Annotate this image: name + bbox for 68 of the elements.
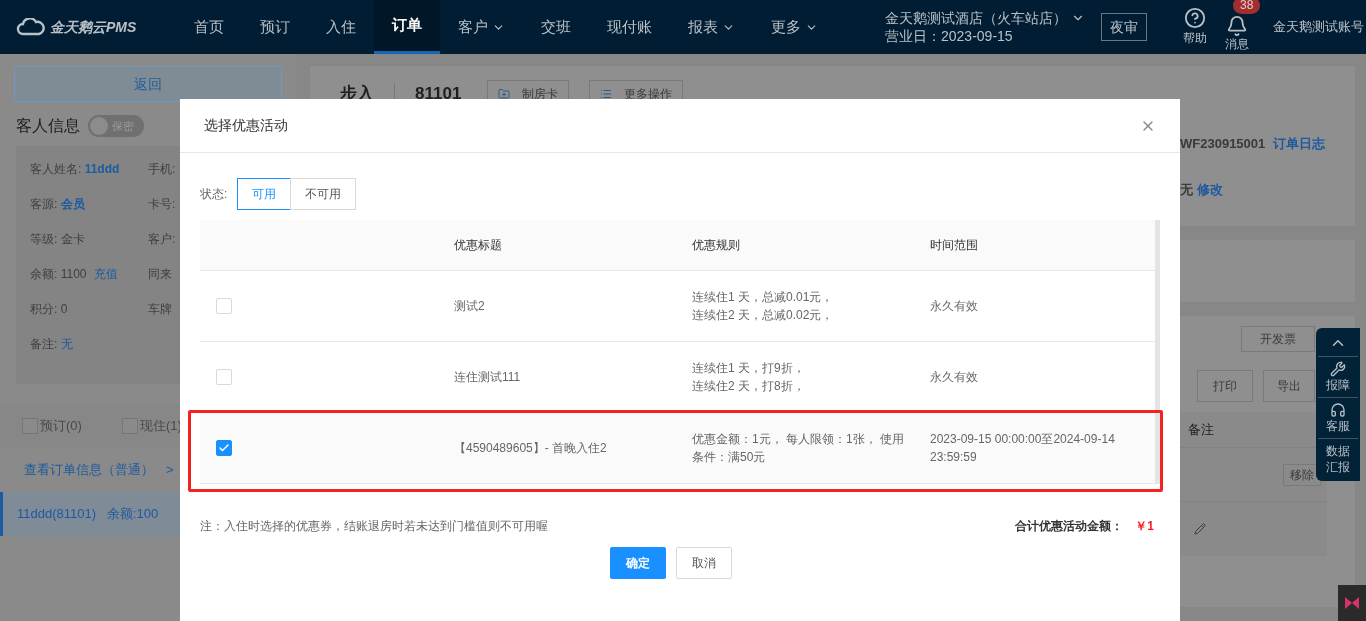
cloud-icon: [16, 18, 46, 36]
column-header: 优惠标题: [454, 237, 503, 254]
field-label: 车牌: [148, 301, 172, 318]
help-icon: [1184, 7, 1206, 29]
table-cell-text: 连续住1 天，总减0.01元， 连续住2 天，总减0.02元，: [692, 289, 835, 324]
nav-tab[interactable]: 更多: [753, 0, 836, 54]
export-button[interactable]: 导出: [1263, 370, 1316, 402]
toolbar-item[interactable]: 报障: [1318, 356, 1358, 397]
column-header: 时间范围: [930, 237, 979, 254]
room-number: 81101: [415, 83, 462, 106]
toolbar-item[interactable]: 客服: [1318, 397, 1358, 438]
table-cell-text: 优惠金额：1元， 每人限领：1张， 使用条件：满50元: [692, 431, 905, 466]
bell-icon: [1226, 15, 1248, 37]
nav-tab[interactable]: 报表: [670, 0, 753, 54]
nav-tab[interactable]: 预订: [242, 0, 308, 54]
night-audit-button[interactable]: 夜审: [1101, 13, 1147, 41]
field-label: 卡号:: [148, 196, 176, 213]
total-label: 合计优惠活动金额：: [1015, 518, 1124, 535]
field-label: 等级: 金卡: [30, 231, 85, 248]
nav-tab[interactable]: 交班: [523, 0, 589, 54]
nav-tab[interactable]: 首页: [176, 0, 242, 54]
toolbar-item[interactable]: 数据汇报: [1318, 438, 1358, 479]
field-label: 余额: 1100: [30, 266, 87, 283]
folder-icon: [498, 88, 511, 100]
headphones-icon: [1330, 402, 1346, 418]
total-value: ￥1: [1135, 518, 1154, 535]
count-badge: 38: [1233, 0, 1261, 14]
table-cell-text: 永久有效: [930, 369, 979, 386]
column-header: 优惠规则: [692, 237, 741, 254]
column-header: 备注: [1188, 420, 1214, 439]
invoice-button[interactable]: 开发票: [1241, 326, 1316, 352]
field-label: 手机:: [148, 161, 176, 178]
business-day: 营业日：2023-09-15: [885, 27, 1085, 45]
field-label: 客源: 会员: [30, 196, 85, 213]
status-tab[interactable]: 不可用: [290, 178, 357, 210]
check-icon: [218, 442, 230, 454]
account-menu[interactable]: 金天鹅测试账号: [1273, 0, 1366, 54]
list-icon: [600, 88, 613, 100]
field-label: 备注: 无: [30, 336, 73, 353]
table-cell-text: 2023-09-15 00:00:00至2024-09-14 23:59:59: [930, 431, 1116, 466]
feedback-icon[interactable]: [1338, 585, 1366, 621]
remark-value: 无: [1180, 180, 1193, 199]
status-label: 状态:: [200, 186, 228, 203]
help-button[interactable]: 帮助: [1183, 0, 1207, 54]
field-label: 积分: 0: [30, 301, 68, 318]
table-cell-text: 【4590489605】- 首晚入住2: [454, 440, 608, 457]
field-label: 客人姓名: 11ddd: [30, 161, 120, 178]
table-cell-text: 连住测试111: [454, 369, 522, 386]
nav-tab[interactable]: 现付账: [589, 0, 670, 54]
order-number: WF230915001: [1180, 135, 1266, 153]
edit-icon[interactable]: [1194, 523, 1206, 535]
wrench-icon: [1330, 361, 1346, 377]
section-title: 客人信息: [16, 116, 80, 136]
cancel-button[interactable]: 取消: [676, 547, 732, 579]
dialog-title: 选择优惠活动: [204, 116, 288, 135]
logo-text: 金天鹅云PMS: [50, 17, 137, 37]
nav-tab[interactable]: 入住: [308, 0, 374, 54]
messages-button[interactable]: 消息: [1225, 13, 1249, 51]
print-button[interactable]: 打印: [1197, 370, 1254, 402]
nav-tab[interactable]: 订单: [374, 0, 440, 54]
hotel-name[interactable]: 金天鹅测试酒店（火车站店）: [885, 9, 1067, 27]
row-checkbox[interactable]: [216, 440, 232, 456]
nav-tab[interactable]: 客户: [440, 0, 523, 54]
table-cell-text: 永久有效: [930, 298, 979, 315]
field-label: 客户:: [148, 231, 176, 248]
table-cell-text: 测试2: [454, 298, 486, 315]
field-label: 同来: [148, 266, 172, 283]
table-cell-text: 连续住1 天，打9折， 连续住2 天，打8折，: [692, 360, 806, 395]
